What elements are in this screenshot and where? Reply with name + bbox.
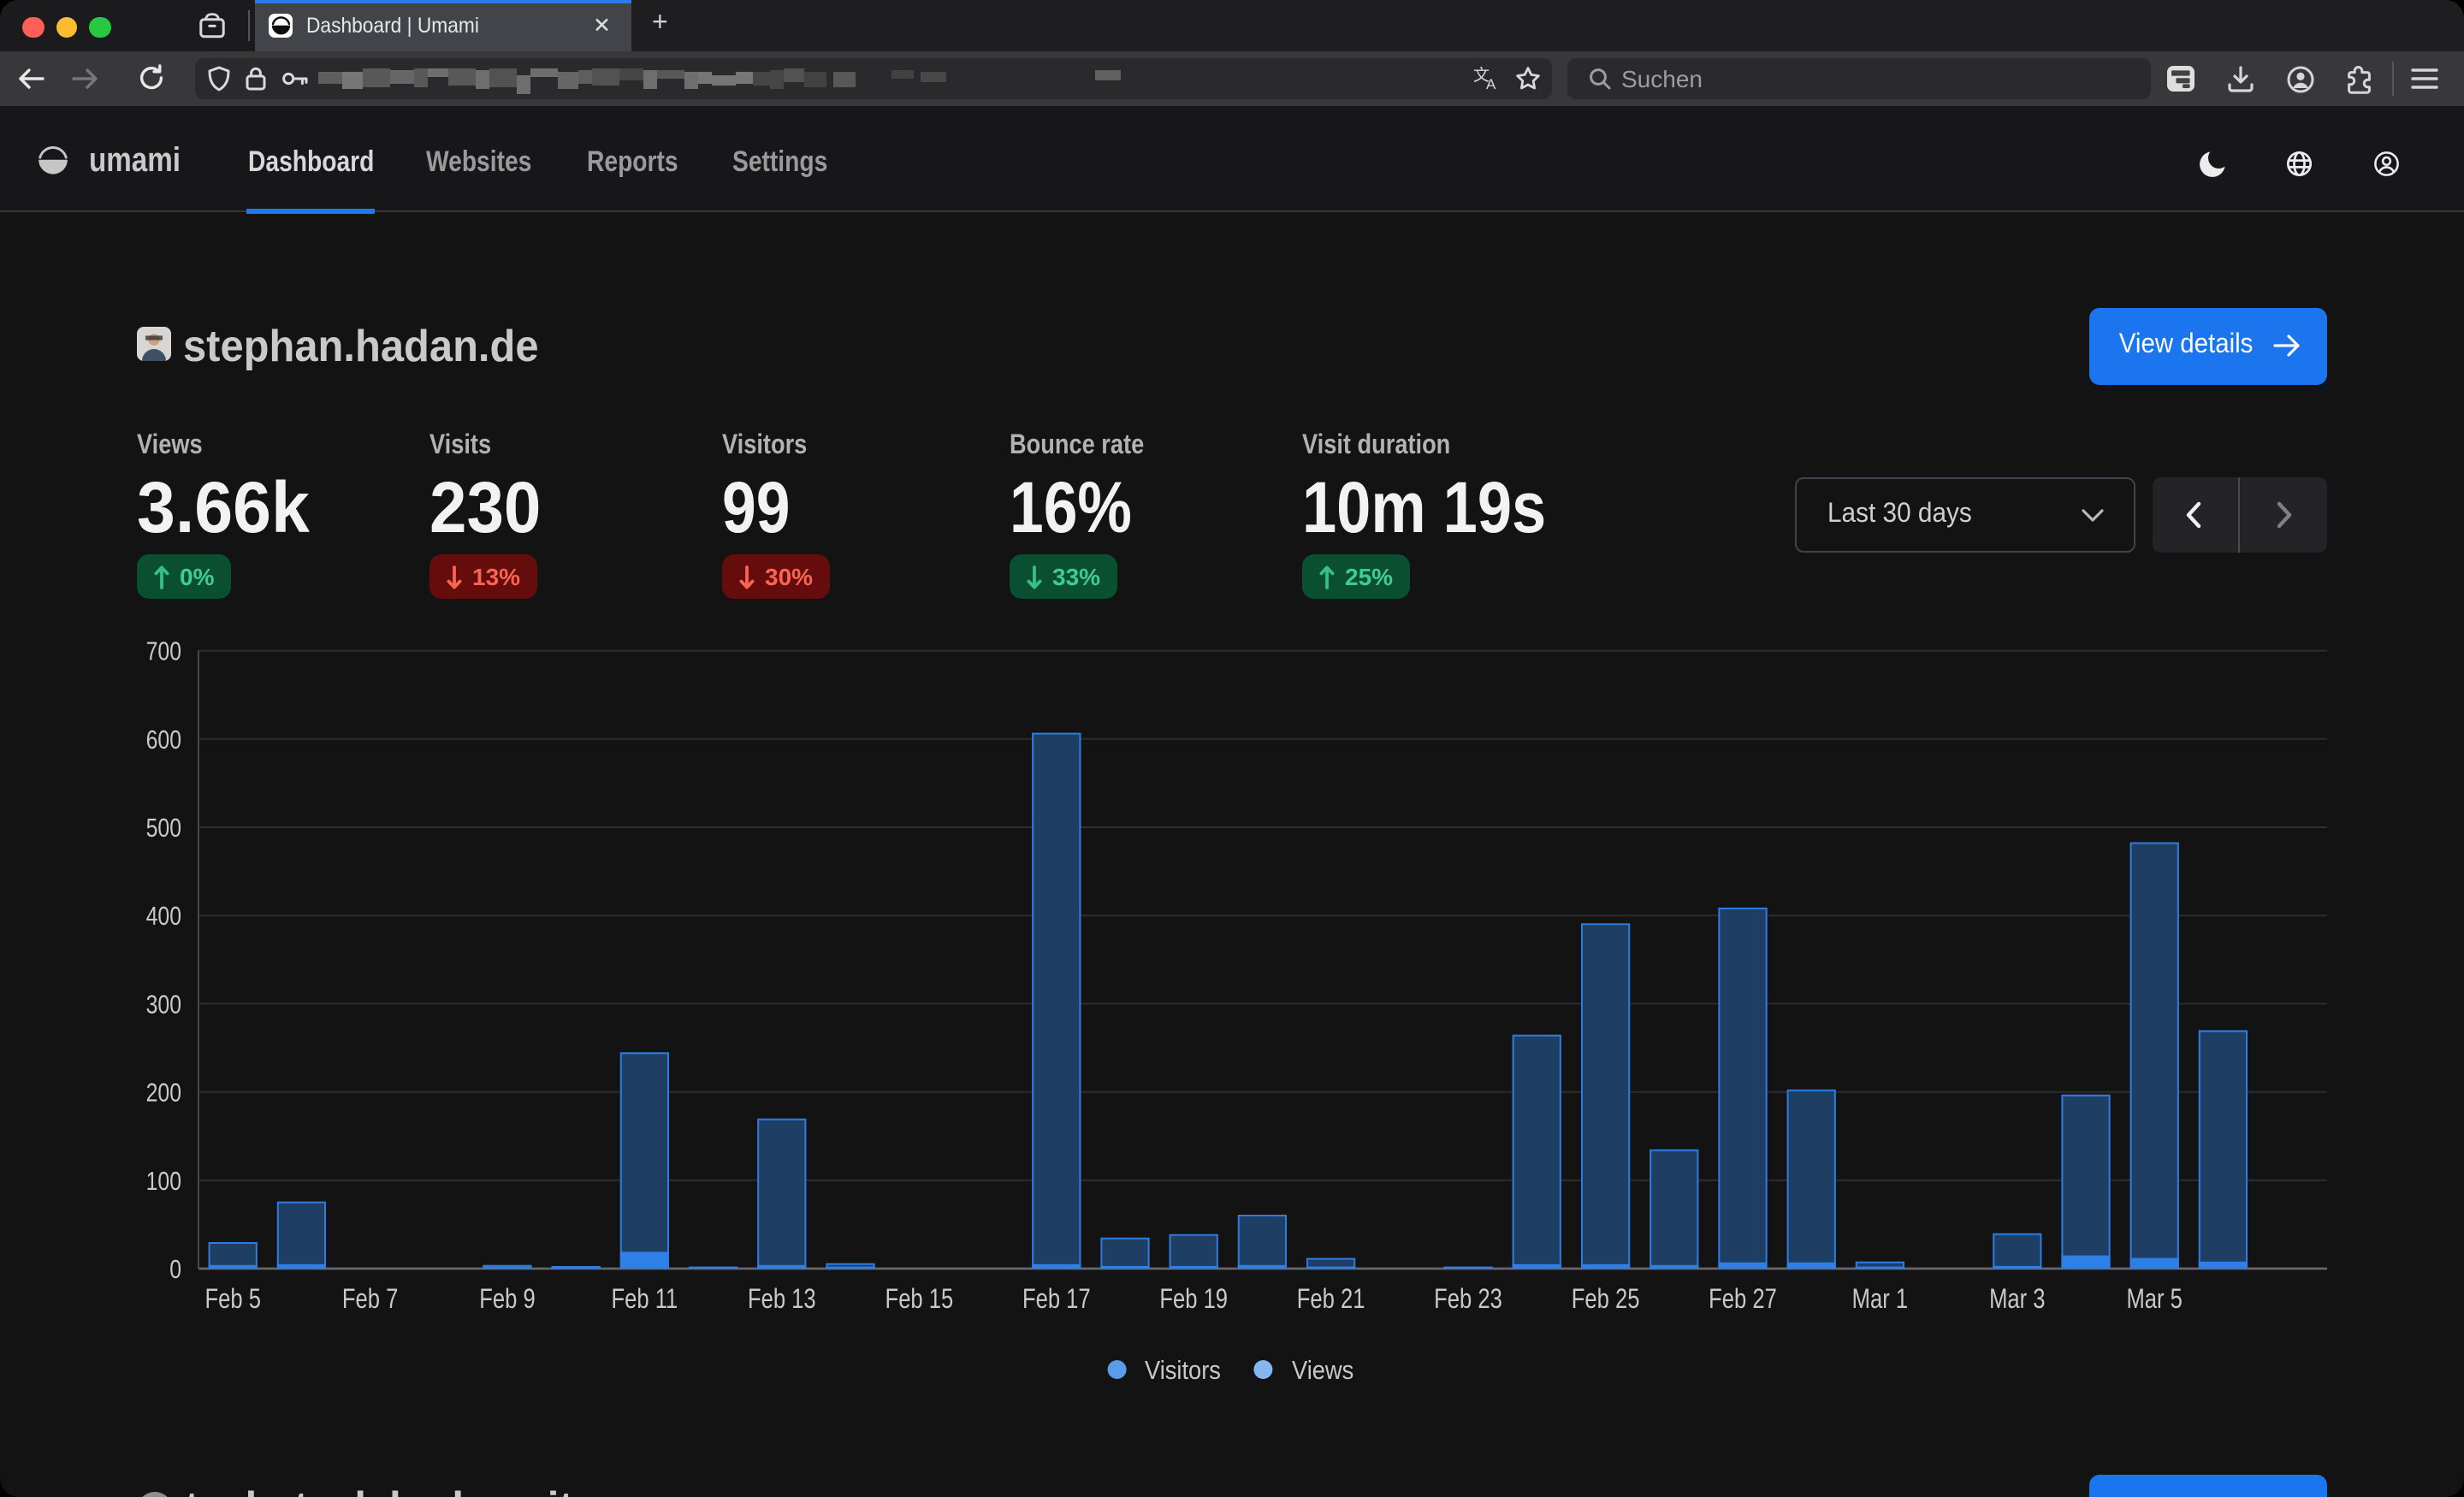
svg-text:Feb 9: Feb 9 (479, 1284, 535, 1314)
svg-text:300: 300 (146, 990, 181, 1019)
svg-text:100: 100 (146, 1166, 181, 1195)
svg-text:500: 500 (146, 813, 181, 842)
svg-text:Feb 17: Feb 17 (1022, 1284, 1091, 1314)
svg-text:Feb 13: Feb 13 (748, 1284, 816, 1314)
svg-text:Feb 19: Feb 19 (1159, 1284, 1228, 1314)
svg-text:Mar 1: Mar 1 (1852, 1284, 1908, 1314)
svg-text:A: A (1486, 76, 1496, 91)
svg-text:Feb 5: Feb 5 (204, 1284, 260, 1314)
svg-text:Mar 3: Mar 3 (1989, 1284, 2045, 1314)
svg-text:400: 400 (146, 902, 181, 931)
svg-text:600: 600 (146, 725, 181, 754)
svg-text:700: 700 (146, 636, 181, 666)
svg-text:Visitors: Visitors (1145, 1356, 1221, 1385)
svg-text:Feb 23: Feb 23 (1434, 1284, 1502, 1314)
svg-text:Feb 7: Feb 7 (342, 1284, 398, 1314)
svg-text:Feb 27: Feb 27 (1709, 1284, 1777, 1314)
svg-text:200: 200 (146, 1078, 181, 1107)
svg-text:Feb 11: Feb 11 (612, 1284, 678, 1314)
svg-text:Feb 25: Feb 25 (1572, 1284, 1640, 1314)
svg-text:Mar 5: Mar 5 (2126, 1284, 2182, 1314)
svg-text:Feb 21: Feb 21 (1297, 1284, 1365, 1314)
svg-text:0: 0 (169, 1254, 181, 1283)
svg-text:Feb 15: Feb 15 (886, 1284, 954, 1314)
svg-text:Views: Views (1292, 1356, 1353, 1385)
